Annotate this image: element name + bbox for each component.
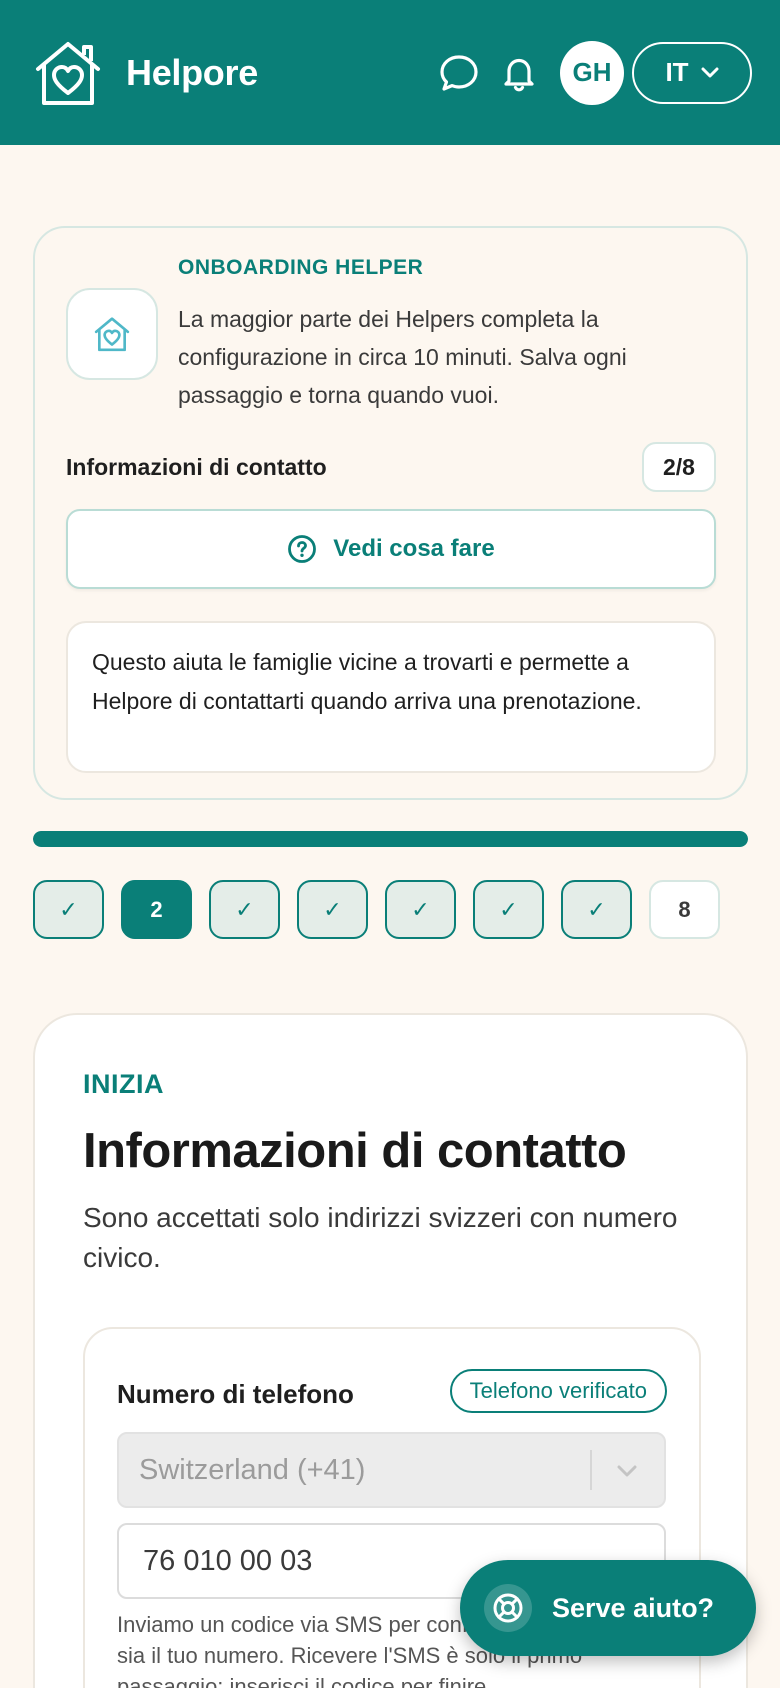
country-code-select[interactable]: Switzerland (+41) [117,1432,666,1508]
chevron-down-icon [617,1465,637,1477]
select-separator [590,1450,592,1490]
step-button-2[interactable]: 2 [121,880,192,939]
country-code-value: Switzerland (+41) [139,1453,366,1486]
onboarding-card: ONBOARDING HELPER La maggior parte dei H… [33,226,748,800]
onboarding-icon-box [66,288,158,380]
page-title: Informazioni di contatto [83,1124,627,1178]
onboarding-note: Questo aiuta le famiglie vicine a trovar… [66,621,716,773]
phone-verified-badge: Telefono verificato [449,1369,667,1413]
step-count-badge: 2/8 [642,442,716,492]
see-what-to-do-label: Vedi cosa fare [333,535,495,562]
step-button-1[interactable]: ✓ [33,880,104,939]
onboarding-progress-bar [33,831,748,847]
step-button-7[interactable]: ✓ [561,880,632,939]
brand-name[interactable]: Helpore [126,52,258,94]
progress-fill [33,831,748,847]
header-actions: GH IT [436,40,752,105]
bell-icon[interactable] [496,50,542,96]
step-button-5[interactable]: ✓ [385,880,456,939]
lifebuoy-icon [484,1584,532,1632]
language-selector[interactable]: IT [632,41,752,104]
house-heart-icon [94,317,130,352]
onboarding-description: La maggior parte dei Helpers completa la… [178,306,627,408]
step-button-8[interactable]: 8 [649,880,720,939]
page-subtitle: Sono accettati solo indirizzi svizzeri c… [83,1202,678,1273]
onboarding-label: ONBOARDING HELPER [178,256,424,279]
chevron-down-icon [701,67,719,77]
step-button-3[interactable]: ✓ [209,880,280,939]
house-heart-logo-icon[interactable] [32,37,104,109]
help-button-label: Serve aiuto? [552,1592,715,1623]
chat-icon[interactable] [436,50,482,96]
step-button-6[interactable]: ✓ [473,880,544,939]
step-navigator: ✓ 2 ✓ ✓ ✓ ✓ ✓ 8 [33,880,737,939]
help-circle-icon [288,535,317,563]
section-kicker: INIZIA [83,1069,164,1099]
avatar[interactable]: GH [560,40,624,105]
step-button-4[interactable]: ✓ [297,880,368,939]
see-what-to-do-button[interactable]: Vedi cosa fare [66,509,716,589]
current-step-title: Informazioni di contatto [66,454,327,480]
phone-label: Numero di telefono [117,1379,354,1409]
help-button[interactable]: Serve aiuto? [460,1545,756,1656]
language-label: IT [665,57,689,87]
app-header: Helpore GH IT [0,0,780,145]
